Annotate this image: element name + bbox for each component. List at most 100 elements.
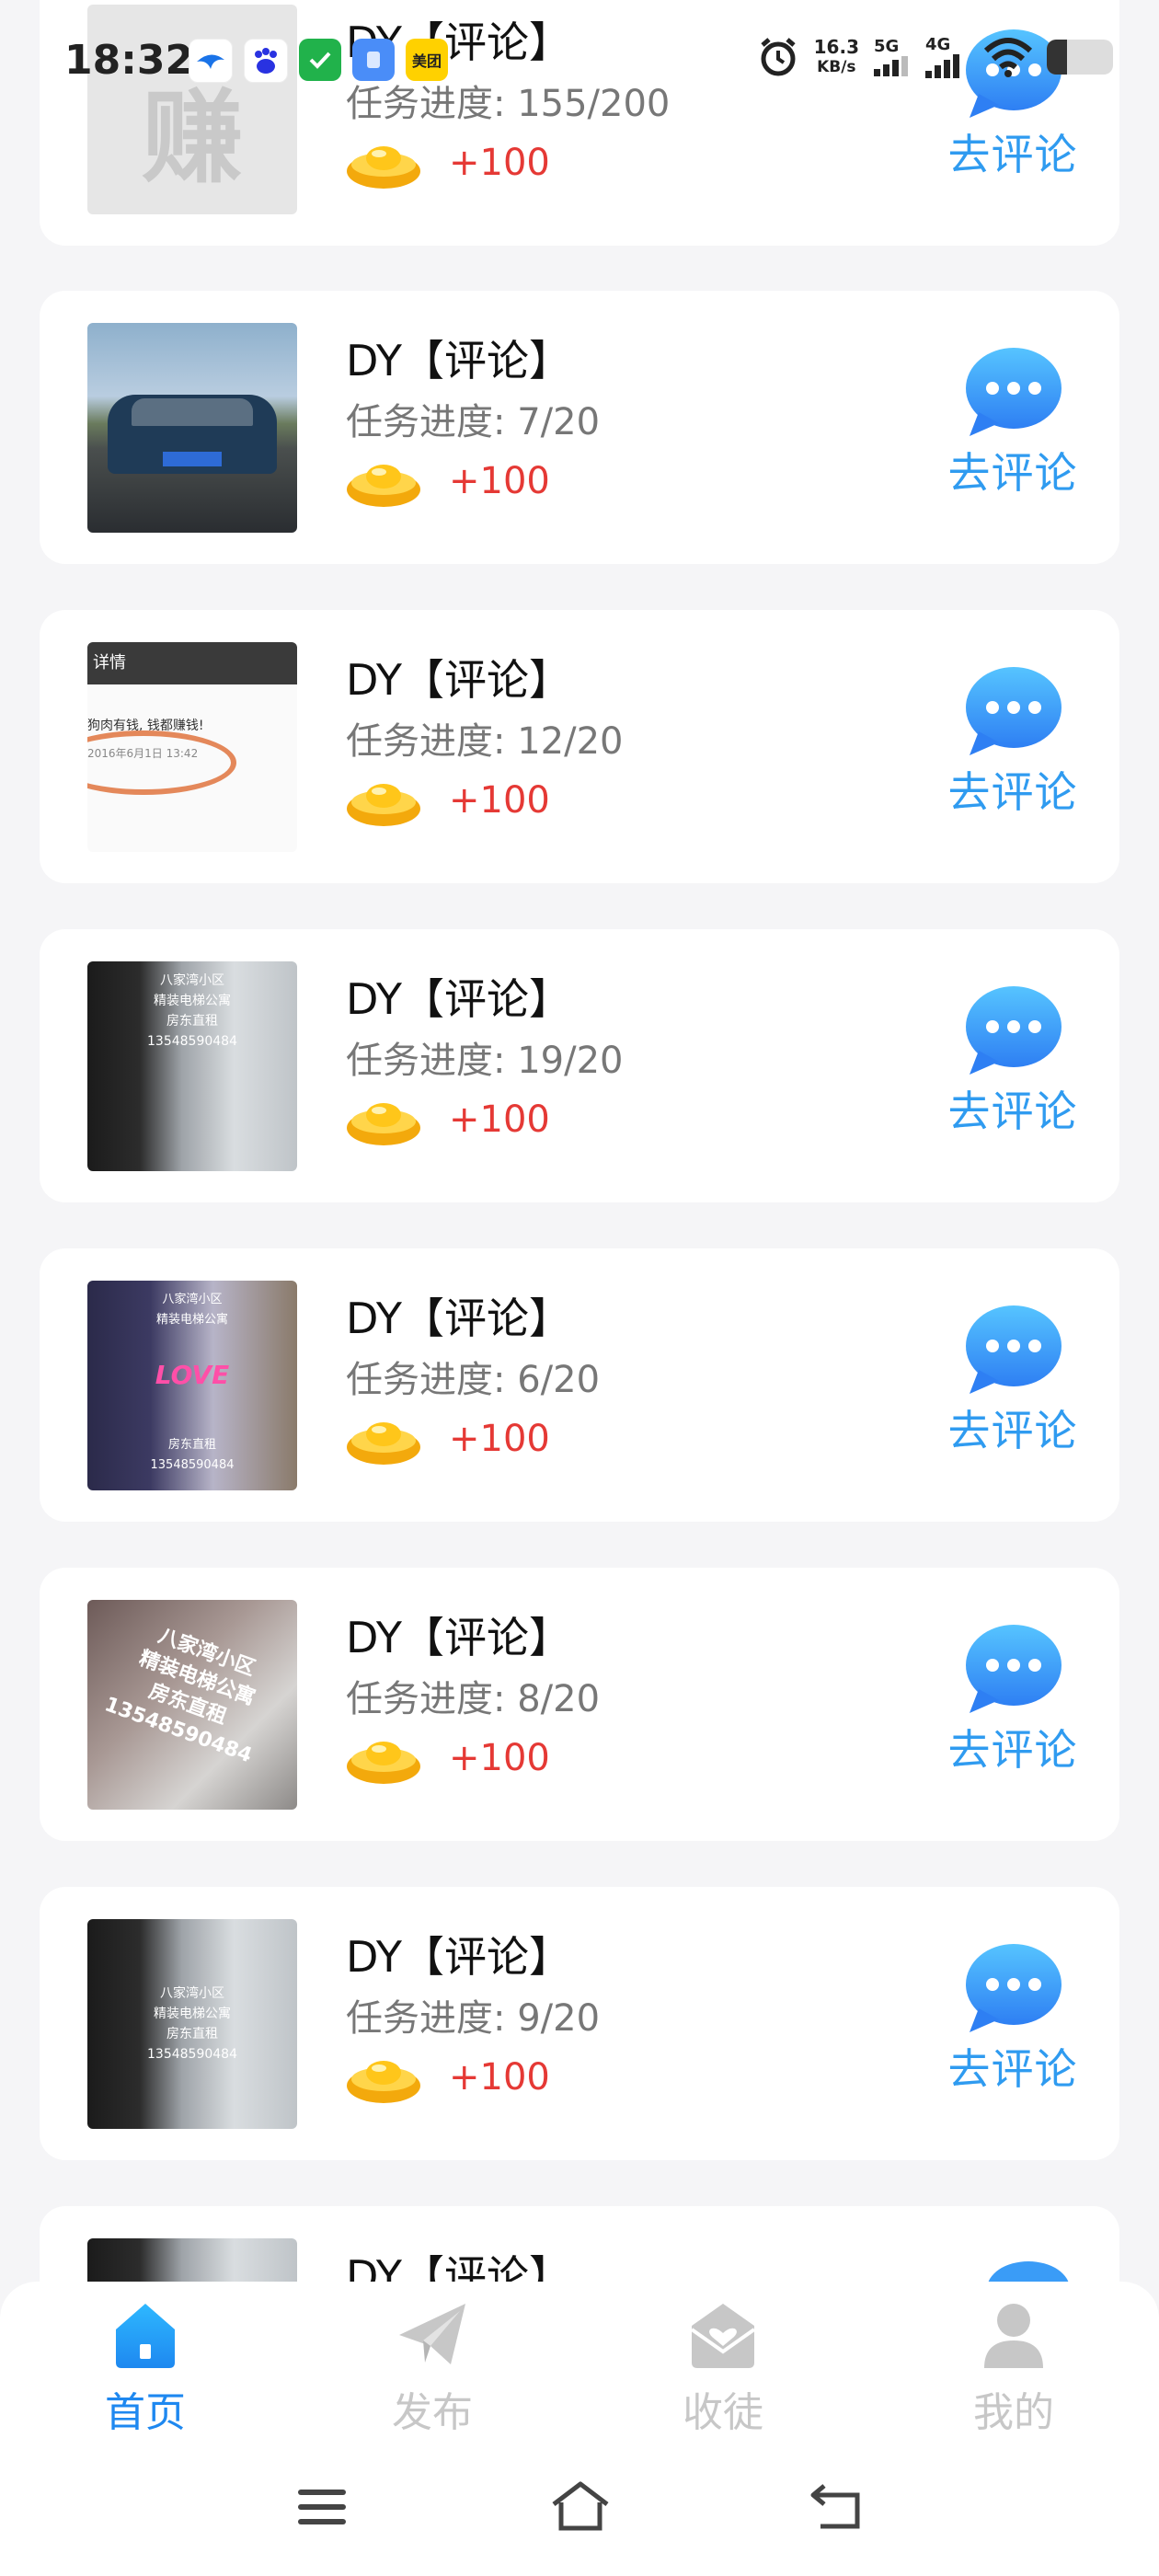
- go-comment-label: 去评论: [947, 448, 1078, 498]
- signal-4g: 4G: [925, 35, 970, 78]
- task-thumbnail: 八家湾小区 精装电梯公寓 房东直租 13548590484: [87, 961, 297, 1171]
- thumb-circle-mark: [87, 730, 236, 795]
- task-thumbnail: 详情 狗肉有钱, 钱都赚钱! 2016年6月1日 13:42: [87, 642, 297, 852]
- go-comment-label: 去评论: [947, 1087, 1078, 1136]
- reward-amount: +100: [449, 1737, 550, 1779]
- reward-amount: +100: [449, 2056, 550, 2099]
- chat-bubble-icon: [966, 986, 1061, 1075]
- signal-bars-icon: [874, 56, 908, 76]
- go-comment-button[interactable]: 去评论: [930, 984, 1096, 1139]
- thumb-text: 八家湾小区 精装电梯公寓 房东直租 13548590484: [147, 1986, 237, 2062]
- paper-plane-icon: [399, 2304, 465, 2364]
- menu-icon[interactable]: [294, 2484, 350, 2530]
- tab-mine[interactable]: 我的: [922, 2298, 1106, 2438]
- chat-bubble-icon: [966, 1625, 1061, 1713]
- task-title: DY【评论】: [346, 336, 572, 385]
- task-thumbnail: 八家湾小区 精装电梯公寓 房东直租 13548590484: [87, 1919, 297, 2129]
- task-title: DY【评论】: [346, 1932, 572, 1982]
- task-thumbnail: 八家湾小区 精装电梯公寓 房东直租 13548590484: [87, 1600, 297, 1810]
- network-speed: 16.3 KB/s: [813, 35, 859, 76]
- go-comment-button[interactable]: 去评论: [930, 1942, 1096, 2097]
- car-windshield: [132, 398, 253, 426]
- status-bar: 18:32 美团 16.3 KB/s 5G 4G: [0, 0, 1159, 129]
- task-list[interactable]: 赚 DY【评论】 任务进度: 155/200 +100 去评论 DY【评论】 任…: [0, 0, 1159, 2282]
- alarm-icon: [761, 37, 796, 75]
- thumb-header: 详情: [87, 642, 297, 684]
- reward-amount: +100: [449, 1098, 550, 1141]
- reward-amount: +100: [449, 1418, 550, 1460]
- home-icon: [116, 2304, 175, 2368]
- chat-bubble-icon: [966, 1305, 1061, 1394]
- bird-app-icon: [189, 39, 233, 83]
- task-card[interactable]: 八家湾小区 精装电梯公寓 LOVE 房东直租 13548590484 DY【评论…: [40, 1248, 1119, 1522]
- battery-icon: [1047, 39, 1113, 75]
- tab-label: 收徒: [683, 2389, 763, 2436]
- task-progress: 任务进度: 9/20: [346, 1997, 601, 2040]
- check-app-icon: [299, 39, 341, 81]
- baidu-icon: [244, 39, 288, 83]
- thumb-text-bottom: 房东直租 13548590484: [150, 1438, 235, 1472]
- thumb-text-top: 八家湾小区 精装电梯公寓: [155, 1293, 228, 1327]
- wifi-icon: [984, 37, 1032, 77]
- tab-home[interactable]: 首页: [53, 2298, 237, 2438]
- signal-5g: 5G: [874, 37, 911, 76]
- gold-ingot-icon: [347, 1103, 420, 1145]
- tab-label: 发布: [392, 2389, 473, 2436]
- task-card[interactable]: DY【评论】: [40, 2206, 1119, 2282]
- task-progress: 任务进度: 19/20: [346, 1040, 624, 1082]
- task-card[interactable]: 八家湾小区 精装电梯公寓 房东直租 13548590484 DY【评论】 任务进…: [40, 929, 1119, 1202]
- gold-ingot-icon: [347, 465, 420, 507]
- go-comment-label: 去评论: [947, 2044, 1078, 2094]
- task-card[interactable]: 八家湾小区 精装电梯公寓 房东直租 13548590484 DY【评论】 任务进…: [40, 1568, 1119, 1841]
- task-thumbnail: 八家湾小区 精装电梯公寓 LOVE 房东直租 13548590484: [87, 1281, 297, 1490]
- back-icon[interactable]: [806, 2480, 865, 2532]
- system-nav-bar: [0, 2447, 1159, 2576]
- chat-bubble-icon[interactable]: [987, 2261, 1070, 2282]
- gold-ingot-icon: [347, 1422, 420, 1465]
- tab-label: 首页: [105, 2389, 186, 2436]
- task-thumbnail: [87, 2238, 297, 2282]
- tab-publish[interactable]: 发布: [340, 2298, 524, 2438]
- chat-bubble-icon: [966, 348, 1061, 436]
- notification-icons: 美团: [189, 39, 448, 83]
- status-time: 18:32: [64, 37, 194, 84]
- task-progress: 任务进度: 8/20: [346, 1678, 601, 1720]
- task-reward: +100: [346, 774, 550, 827]
- home-outline-icon[interactable]: [548, 2480, 613, 2532]
- bottom-tab-bar: 首页 发布 收徒 我的: [0, 2282, 1159, 2447]
- chat-bubble-icon: [966, 1944, 1061, 2032]
- task-reward: +100: [346, 454, 550, 508]
- user-icon: [984, 2304, 1043, 2368]
- task-progress: 任务进度: 12/20: [346, 720, 624, 763]
- thumb-text: 八家湾小区 精装电梯公寓 房东直租 13548590484: [147, 973, 237, 1049]
- tab-label: 我的: [973, 2389, 1054, 2436]
- reward-amount: +100: [449, 142, 550, 184]
- heart-mail-icon: [690, 2304, 756, 2368]
- gold-ingot-icon: [347, 2061, 420, 2103]
- go-comment-button[interactable]: 去评论: [930, 1623, 1096, 1777]
- task-reward: +100: [346, 1731, 550, 1785]
- task-title: DY【评论】: [346, 1294, 572, 1343]
- thumb-neon-sign: LOVE: [155, 1360, 230, 1390]
- task-reward: +100: [346, 136, 550, 190]
- go-comment-button[interactable]: 去评论: [930, 665, 1096, 820]
- task-progress: 任务进度: 7/20: [346, 401, 601, 443]
- task-card[interactable]: DY【评论】 任务进度: 7/20 +100 去评论: [40, 291, 1119, 564]
- gold-ingot-icon: [347, 1742, 420, 1784]
- tab-recruit[interactable]: 收徒: [631, 2298, 815, 2438]
- task-title: DY【评论】: [346, 2251, 572, 2282]
- go-comment-label: 去评论: [947, 1406, 1078, 1455]
- task-card[interactable]: 详情 狗肉有钱, 钱都赚钱! 2016年6月1日 13:42 DY【评论】 任务…: [40, 610, 1119, 883]
- gold-ingot-icon: [347, 146, 420, 189]
- signal-bars-icon: [925, 54, 959, 78]
- reward-amount: +100: [449, 779, 550, 822]
- gold-ingot-icon: [347, 784, 420, 826]
- task-title: DY【评论】: [346, 974, 572, 1024]
- go-comment-button[interactable]: 去评论: [930, 346, 1096, 500]
- task-card[interactable]: 八家湾小区 精装电梯公寓 房东直租 13548590484 DY【评论】 任务进…: [40, 1887, 1119, 2160]
- task-title: DY【评论】: [346, 655, 572, 705]
- go-comment-button[interactable]: 去评论: [930, 1304, 1096, 1458]
- meituan-icon: 美团: [406, 39, 448, 81]
- go-comment-label: 去评论: [947, 1725, 1078, 1775]
- task-thumbnail: [87, 323, 297, 533]
